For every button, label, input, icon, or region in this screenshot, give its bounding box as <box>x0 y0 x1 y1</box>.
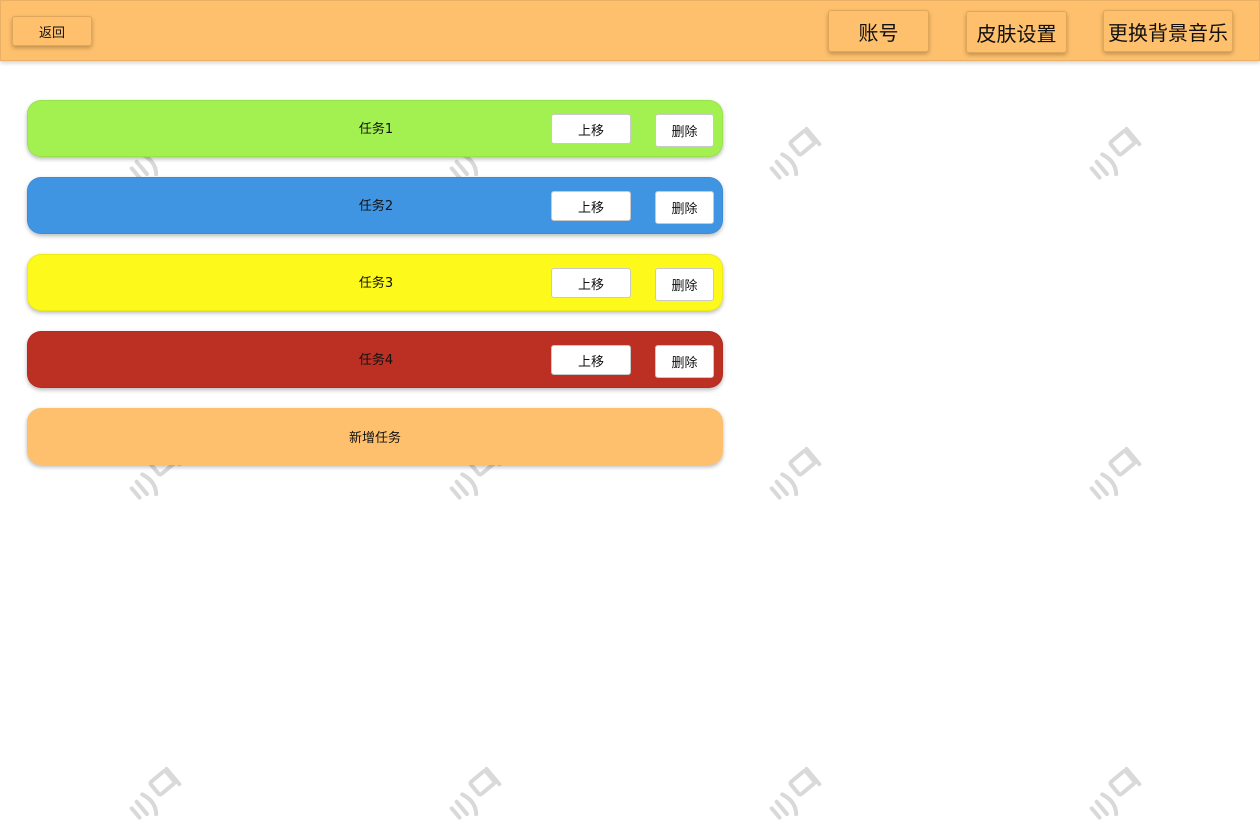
watermark-logo-icon <box>129 766 182 820</box>
top-bar: 返回 账号 皮肤设置 更换背景音乐 <box>0 0 1260 61</box>
move-up-button[interactable]: 上移 <box>551 345 631 375</box>
move-up-button[interactable]: 上移 <box>551 114 631 144</box>
move-up-button[interactable]: 上移 <box>551 191 631 221</box>
task-row: 任务3 上移 删除 <box>27 254 723 311</box>
add-task-button[interactable]: 新增任务 <box>27 408 723 465</box>
delete-button[interactable]: 删除 <box>655 191 714 224</box>
watermark-logo-icon <box>769 766 822 820</box>
task-row: 任务1 上移 删除 <box>27 100 723 157</box>
watermark-logo-icon <box>769 446 822 500</box>
watermark-logo-icon <box>1089 446 1142 500</box>
task-row: 任务2 上移 删除 <box>27 177 723 234</box>
back-button[interactable]: 返回 <box>12 16 92 46</box>
watermark-logo-icon <box>1089 126 1142 180</box>
account-button[interactable]: 账号 <box>828 10 929 52</box>
delete-button[interactable]: 删除 <box>655 345 714 378</box>
move-up-button[interactable]: 上移 <box>551 268 631 298</box>
watermark-logo-icon <box>769 126 822 180</box>
watermark-logo-icon <box>1089 766 1142 820</box>
delete-button[interactable]: 删除 <box>655 114 714 147</box>
watermark-logo-icon <box>449 766 502 820</box>
task-row: 任务4 上移 删除 <box>27 331 723 388</box>
change-background-music-button[interactable]: 更换背景音乐 <box>1103 10 1233 52</box>
skin-settings-button[interactable]: 皮肤设置 <box>966 11 1067 53</box>
delete-button[interactable]: 删除 <box>655 268 714 301</box>
